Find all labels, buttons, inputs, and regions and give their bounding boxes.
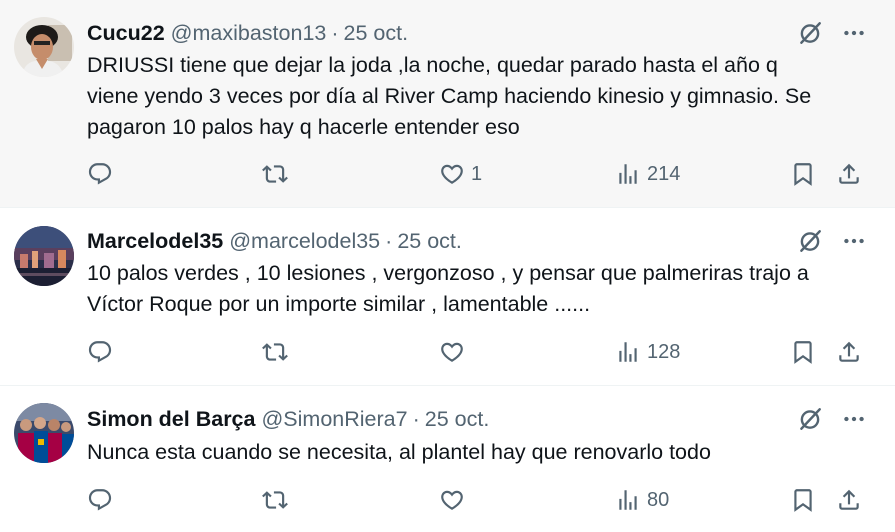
separator-dot: · <box>331 20 339 45</box>
tweet[interactable]: Simon del Barça @SimonRiera7 · 25 oct. N… <box>0 386 895 532</box>
reply-button[interactable] <box>87 337 113 367</box>
timestamp[interactable]: 25 oct. <box>397 229 462 254</box>
bookmark-button[interactable] <box>790 159 816 189</box>
like-count: 1 <box>471 162 483 185</box>
avatar[interactable] <box>14 403 74 463</box>
like-button[interactable] <box>439 485 471 515</box>
grok-icon[interactable] <box>797 406 823 432</box>
bookmark-button[interactable] <box>790 485 816 515</box>
heart-icon <box>439 161 465 187</box>
reply-icon <box>87 487 113 513</box>
tweet-text-line: Víctor Roque por un importe similar , la… <box>87 292 591 316</box>
reply-button[interactable] <box>87 485 113 515</box>
like-button[interactable] <box>439 337 471 367</box>
view-count: 80 <box>647 488 670 511</box>
tweet-text: DRIUSSI tiene que dejar la joda ,la noch… <box>87 50 877 143</box>
separator-dot: · <box>385 228 393 253</box>
view-count: 128 <box>647 340 681 363</box>
share-icon <box>836 339 862 365</box>
avatar[interactable] <box>14 17 74 77</box>
bookmark-button[interactable] <box>790 337 816 367</box>
tweet-text-line: pagaron 10 palos hay q hacerle entender … <box>87 115 520 139</box>
share-icon <box>836 487 862 513</box>
heart-icon <box>439 487 465 513</box>
timestamp[interactable]: 25 oct. <box>425 407 490 432</box>
tweet-header: Cucu22 @maxibaston13 · 25 oct. <box>87 18 865 48</box>
retweet-button[interactable] <box>262 485 288 515</box>
more-icon[interactable] <box>841 406 867 432</box>
tweet-header: Marcelodel35 @marcelodel35 · 25 oct. <box>87 226 865 256</box>
bookmark-icon <box>790 339 816 365</box>
views-button[interactable]: 128 <box>615 337 680 367</box>
display-name[interactable]: Marcelodel35 <box>87 229 223 254</box>
views-icon <box>615 339 641 365</box>
bookmark-icon <box>790 161 816 187</box>
retweet-icon <box>262 487 288 513</box>
display-name[interactable]: Cucu22 <box>87 21 165 46</box>
like-button[interactable]: 1 <box>439 159 482 189</box>
bookmark-icon <box>790 487 816 513</box>
heart-icon <box>439 339 465 365</box>
user-handle[interactable]: @SimonRiera7 <box>261 407 407 432</box>
tweet-header: Simon del Barça @SimonRiera7 · 25 oct. <box>87 404 865 434</box>
separator-dot: · <box>412 406 420 431</box>
tweet-text-line: Nunca esta cuando se necesita, al plante… <box>87 440 711 464</box>
tweet-text-line: DRIUSSI tiene que dejar la joda ,la noch… <box>87 53 778 77</box>
user-handle[interactable]: @marcelodel35 <box>229 229 380 254</box>
tweet-text: 10 palos verdes , 10 lesiones , vergonzo… <box>87 258 877 320</box>
reply-icon <box>87 339 113 365</box>
reply-button[interactable] <box>87 159 113 189</box>
views-icon <box>615 487 641 513</box>
views-icon <box>615 161 641 187</box>
views-button[interactable]: 80 <box>615 485 669 515</box>
share-button[interactable] <box>836 159 862 189</box>
views-button[interactable]: 214 <box>615 159 680 189</box>
retweet-icon <box>262 161 288 187</box>
more-icon[interactable] <box>841 20 867 46</box>
share-button[interactable] <box>836 485 862 515</box>
timestamp[interactable]: 25 oct. <box>344 21 409 46</box>
tweet[interactable]: Cucu22 @maxibaston13 · 25 oct. DRIUSSI t… <box>0 0 895 208</box>
reply-icon <box>87 161 113 187</box>
grok-icon[interactable] <box>797 20 823 46</box>
display-name[interactable]: Simon del Barça <box>87 407 255 432</box>
share-icon <box>836 161 862 187</box>
tweet[interactable]: Marcelodel35 @marcelodel35 · 25 oct. 10 … <box>0 208 895 386</box>
more-icon[interactable] <box>841 228 867 254</box>
grok-icon[interactable] <box>797 228 823 254</box>
retweet-button[interactable] <box>262 337 288 367</box>
retweet-button[interactable] <box>262 159 288 189</box>
share-button[interactable] <box>836 337 862 367</box>
tweet-text-line: viene yendo 3 veces por día al River Cam… <box>87 84 812 108</box>
user-handle[interactable]: @maxibaston13 <box>171 21 327 46</box>
avatar[interactable] <box>14 226 74 286</box>
tweet-text-line: 10 palos verdes , 10 lesiones , vergonzo… <box>87 261 809 285</box>
tweet-text: Nunca esta cuando se necesita, al plante… <box>87 437 877 468</box>
retweet-icon <box>262 339 288 365</box>
view-count: 214 <box>647 162 681 185</box>
